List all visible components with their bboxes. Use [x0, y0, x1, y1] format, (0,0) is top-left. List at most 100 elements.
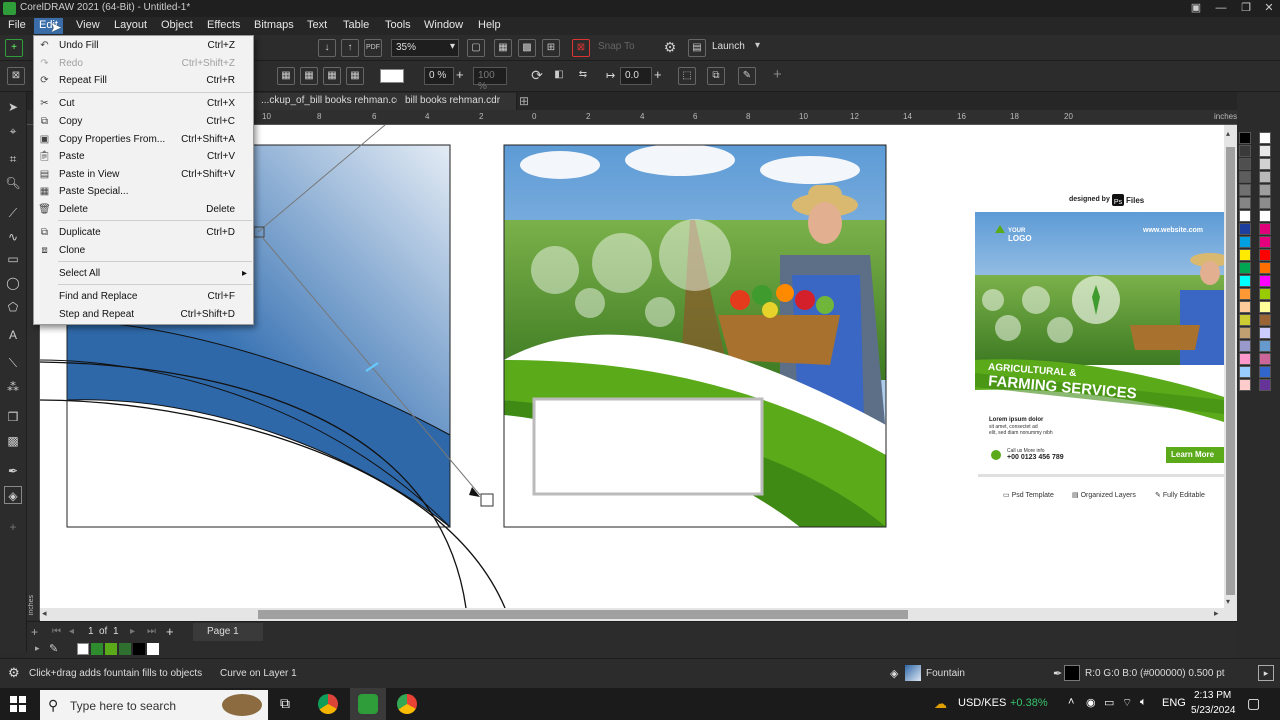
- palette-swatch[interactable]: [1259, 314, 1271, 326]
- task-view-icon[interactable]: ⧉: [280, 695, 290, 712]
- palette-swatch[interactable]: [1259, 288, 1271, 300]
- page-tab[interactable]: Page 1: [193, 623, 263, 641]
- menu-help[interactable]: Help: [473, 18, 506, 34]
- menu-table[interactable]: Table: [338, 18, 374, 34]
- palette-swatch[interactable]: [1259, 197, 1271, 209]
- palette-swatch[interactable]: [1259, 327, 1271, 339]
- tray-drive-icon[interactable]: ▭: [1104, 696, 1114, 709]
- palette-swatch[interactable]: [1259, 353, 1271, 365]
- scroll-down-icon[interactable]: ▾: [1226, 597, 1230, 606]
- launch-dropdown[interactable]: Launch: [712, 41, 745, 52]
- tab-bill-books[interactable]: bill books rehman.cdr: [397, 93, 517, 110]
- palette-swatch[interactable]: [1259, 366, 1271, 378]
- minimize-button[interactable]: —: [1210, 0, 1232, 17]
- text-tool-icon[interactable]: A: [4, 326, 22, 344]
- launch-icon[interactable]: ▤: [688, 39, 706, 57]
- menu-item-copy-properties[interactable]: ▣ Copy Properties From... Ctrl+Shift+A: [34, 131, 253, 148]
- palette-swatch[interactable]: [1239, 379, 1251, 391]
- palette-swatch[interactable]: [1259, 184, 1271, 196]
- prev-page-icon[interactable]: ◂: [69, 626, 74, 637]
- fill-color-swatch[interactable]: [380, 69, 404, 83]
- quick-customize-icon[interactable]: +: [4, 518, 22, 536]
- palette-swatch[interactable]: [1239, 223, 1251, 235]
- palette-swatch[interactable]: [1239, 236, 1251, 248]
- pick-tool-icon[interactable]: ➤: [4, 98, 22, 116]
- show-grid-icon[interactable]: ▩: [518, 39, 536, 57]
- palette-swatch[interactable]: [1259, 262, 1271, 274]
- volume-icon[interactable]: 🔈︎: [1140, 696, 1147, 709]
- swatch-black[interactable]: [133, 643, 145, 655]
- artistic-media-icon[interactable]: ∿: [4, 228, 22, 246]
- last-page-icon[interactable]: ⏭: [147, 626, 156, 637]
- full-screen-icon[interactable]: ▢: [467, 39, 485, 57]
- menu-item-clone[interactable]: ⧈ Clone: [34, 242, 253, 259]
- chrome-icon[interactable]: [318, 694, 338, 714]
- zoom-tool-icon[interactable]: 🔍︎: [4, 174, 22, 192]
- menu-effects[interactable]: Effects: [202, 18, 245, 34]
- menu-item-cut[interactable]: ✂ Cut Ctrl+X: [34, 95, 253, 112]
- palette-swatch[interactable]: [1239, 366, 1251, 378]
- palette-swatch[interactable]: [1259, 223, 1271, 235]
- menu-item-find-and-replace[interactable]: Find and Replace Ctrl+F: [34, 288, 253, 305]
- first-page-icon[interactable]: ⏮: [52, 626, 61, 637]
- transparency-pattern-1-icon[interactable]: ▦: [277, 67, 295, 85]
- palette-swatch[interactable]: [1259, 145, 1271, 157]
- launch-chevron-icon[interactable]: ▾: [755, 40, 760, 51]
- polygon-tool-icon[interactable]: ⬠: [4, 298, 22, 316]
- palette-swatch[interactable]: [1239, 288, 1251, 300]
- palette-swatch[interactable]: [1239, 249, 1251, 261]
- vertical-scroll-thumb[interactable]: [1226, 147, 1235, 595]
- horizontal-scrollbar[interactable]: ◂ ▸: [40, 608, 1224, 621]
- show-hidden-icons[interactable]: ˄: [1068, 696, 1074, 708]
- edit-fill-icon[interactable]: ✎: [738, 67, 756, 85]
- expand-status-icon[interactable]: ▸: [1258, 665, 1274, 681]
- menu-item-copy[interactable]: ⧉ Copy Ctrl+C: [34, 113, 253, 130]
- eyedropper-icon[interactable]: ✎: [49, 642, 58, 655]
- palette-swatch[interactable]: [1259, 236, 1271, 248]
- plus-icon[interactable]: +: [456, 67, 464, 82]
- crop-tool-icon[interactable]: ⌗: [4, 150, 22, 168]
- menu-item-select-all[interactable]: Select All ▸: [34, 265, 253, 282]
- scroll-up-icon[interactable]: ▴: [1226, 129, 1230, 138]
- guidelines-icon[interactable]: ⊞: [542, 39, 560, 57]
- palette-swatch[interactable]: [1259, 340, 1271, 352]
- gear-icon[interactable]: ⚙: [661, 39, 679, 57]
- palette-swatch[interactable]: [1239, 353, 1251, 365]
- palette-swatch[interactable]: [1239, 145, 1251, 157]
- transparency-tool-icon[interactable]: ▩: [4, 432, 22, 450]
- palette-swatch[interactable]: [1259, 171, 1271, 183]
- account-icon[interactable]: ▣: [1185, 0, 1207, 17]
- palette-swatch[interactable]: [1239, 197, 1251, 209]
- windows-start-icon[interactable]: [10, 696, 26, 712]
- midpoint-field[interactable]: 100 %: [473, 67, 507, 92]
- rotate-icon[interactable]: ⟳: [528, 67, 546, 85]
- gradient-icon[interactable]: ◧: [550, 67, 568, 85]
- shape-tool-icon[interactable]: ⌖: [4, 122, 22, 140]
- add-icon[interactable]: +: [773, 66, 782, 83]
- palette-expand-icon[interactable]: ▸: [35, 643, 40, 654]
- transparency-pattern-2-icon[interactable]: ▦: [300, 67, 318, 85]
- close-button[interactable]: ✕: [1258, 0, 1280, 17]
- menu-layout[interactable]: Layout: [109, 18, 152, 34]
- add-page-after-icon[interactable]: +: [166, 624, 174, 639]
- node-transparency-field[interactable]: 0 %: [424, 67, 454, 85]
- tray-app-icon[interactable]: ◉: [1086, 696, 1096, 709]
- swatch-dark-green[interactable]: [91, 643, 103, 655]
- transparency-pattern-4-icon[interactable]: ▦: [346, 67, 364, 85]
- snap-to-dropdown[interactable]: Snap To: [598, 41, 635, 52]
- no-fill-icon[interactable]: ⊠: [7, 67, 25, 85]
- menu-item-step-and-repeat[interactable]: Step and Repeat Ctrl+Shift+D: [34, 306, 253, 323]
- input-language[interactable]: ENG: [1162, 697, 1186, 709]
- menu-bitmaps[interactable]: Bitmaps: [249, 18, 299, 34]
- copy-fill-icon[interactable]: ⧉: [707, 67, 725, 85]
- interactive-fill-icon[interactable]: ◈: [4, 486, 22, 504]
- snap-off-icon[interactable]: ⊠: [572, 39, 590, 57]
- swatch-green[interactable]: [105, 643, 117, 655]
- menu-object[interactable]: Object: [156, 18, 198, 34]
- swatch-white[interactable]: [147, 643, 159, 655]
- zoom-level-field[interactable]: 35% ▾: [391, 39, 459, 57]
- freehand-tool-icon[interactable]: ⟋: [4, 204, 22, 222]
- export-pdf-icon[interactable]: PDF: [364, 39, 382, 57]
- reverse-icon[interactable]: ⇆: [574, 67, 592, 85]
- shadow-tool-icon[interactable]: ❒: [4, 408, 22, 426]
